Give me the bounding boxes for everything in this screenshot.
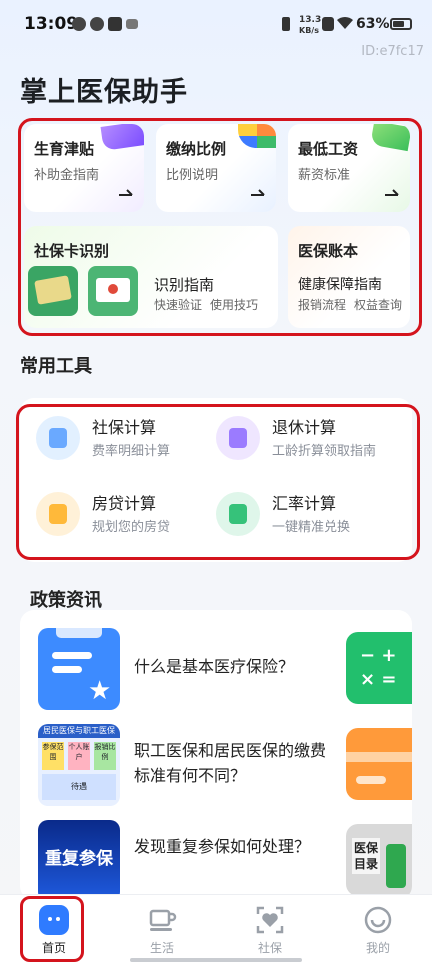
tool-desc: 一键精准兑换 — [272, 520, 351, 535]
tool-name: 社保计算 — [92, 418, 157, 437]
card-icon — [346, 728, 412, 800]
chart-icon — [238, 124, 276, 148]
news-thumbnail: 重复参保 — [38, 820, 120, 900]
tab-label: 我的 — [365, 941, 390, 955]
net-speed-unit: KB/s — [299, 26, 319, 35]
thumb-caption: 待遇 — [42, 774, 116, 800]
account-tag: 报销流程 — [298, 298, 347, 312]
tool-retirement-calc[interactable]: 退休计算 工龄折算领取指南 — [216, 410, 396, 466]
notification-icon — [108, 17, 122, 31]
card-subtitle: 补助金指南 — [34, 168, 100, 183]
calculator-icon — [36, 416, 80, 460]
arrow-right-icon — [385, 189, 399, 196]
card-medical-account[interactable]: 医保账本 健康保障指南 报销流程 权益查询 — [288, 226, 410, 328]
calculator-icon: − + × = — [346, 632, 412, 704]
news-item[interactable]: ★ 什么是基本医疗保险？ − + × = — [20, 620, 412, 716]
news-thumbnail: 居民医保与职工医保 参保范围 个人账户 报销比例 待遇 — [38, 724, 120, 806]
notification-icon — [72, 17, 86, 31]
news-title: 发现重复参保如何处理？ — [134, 837, 311, 856]
tool-name: 退休计算 — [272, 418, 337, 437]
page-id-label: ID:e7fc17 — [361, 44, 424, 59]
tab-life[interactable]: 生活 — [108, 895, 216, 964]
social-card-image — [28, 266, 78, 316]
news-side-image: 医保目录 — [346, 824, 412, 896]
tool-desc: 费率明细计算 — [92, 444, 171, 459]
arrow-right-icon — [251, 189, 265, 196]
page-title: 掌上医保助手 — [20, 77, 188, 108]
card-subtitle: 薪资标准 — [298, 168, 351, 183]
card-title: 社保卡识别 — [34, 242, 110, 260]
card-title: 最低工资 — [298, 140, 359, 158]
status-bar: 13:09 13.3 KB/s 63% — [0, 0, 432, 44]
card-maternity-allowance[interactable]: 生育津贴 补助金指南 — [24, 124, 144, 212]
status-time: 13:09 — [24, 14, 79, 34]
notification-icon — [90, 17, 104, 31]
news-panel: ★ 什么是基本医疗保险？ − + × = 居民医保与职工医保 参保范围 个人账户… — [20, 610, 412, 900]
thumb-caption: 居民医保与职工医保 — [38, 724, 120, 738]
sicard-guide-title: 识别指南 — [154, 276, 215, 294]
net-speed-value: 13.3 — [299, 15, 322, 25]
card-subtitle: 比例说明 — [166, 168, 219, 183]
tool-social-security-calc[interactable]: 社保计算 费率明细计算 — [36, 410, 216, 466]
tab-label: 社保 — [257, 941, 282, 955]
coffee-cup-icon — [149, 909, 177, 931]
heart-icon — [256, 906, 284, 934]
tab-mine[interactable]: 我的 — [324, 895, 432, 964]
home-tab-highlight — [20, 896, 84, 962]
thumb-caption: 报销比例 — [94, 742, 116, 770]
social-card-image — [88, 266, 138, 316]
card-title: 缴纳比例 — [166, 140, 227, 158]
calculator-icon — [216, 416, 260, 460]
vibrate-icon — [282, 17, 290, 31]
tool-name: 房贷计算 — [92, 494, 157, 513]
thumb-caption: 重复参保 — [45, 849, 113, 869]
battery-icon — [390, 18, 412, 30]
news-item[interactable]: 居民医保与职工医保 参保范围 个人账户 报销比例 待遇 职工医保和居民医保的缴费… — [20, 716, 412, 812]
home-indicator — [130, 958, 302, 962]
card-minimum-wage[interactable]: 最低工资 薪资标准 — [288, 124, 410, 212]
account-tag: 权益查询 — [354, 298, 403, 312]
notification-icon — [126, 19, 138, 29]
card-title: 医保账本 — [298, 242, 359, 260]
news-title: 什么是基本医疗保险？ — [134, 657, 295, 676]
card-payment-ratio[interactable]: 缴纳比例 比例说明 — [156, 124, 276, 212]
money-icon — [370, 124, 410, 152]
x-icon — [322, 17, 334, 31]
news-section-title: 政策资讯 — [30, 590, 102, 611]
tab-label: 生活 — [149, 941, 174, 955]
sicard-tag: 快速验证 — [154, 298, 203, 312]
thumb-caption: 参保范围 — [42, 742, 64, 770]
tool-name: 汇率计算 — [272, 494, 337, 513]
tab-social-security[interactable]: 社保 — [216, 895, 324, 964]
tool-desc: 规划您的房贷 — [92, 520, 171, 535]
clipboard-icon: ★ — [38, 628, 120, 710]
smile-icon — [364, 906, 392, 934]
sicard-tag: 使用技巧 — [210, 298, 259, 312]
card-sicard-recognition[interactable]: 社保卡识别 识别指南 快速验证 使用技巧 — [24, 226, 278, 328]
card-title: 生育津贴 — [34, 140, 95, 158]
tools-section-title: 常用工具 — [20, 356, 92, 377]
arrow-right-icon — [119, 189, 133, 196]
side-caption: 医保目录 — [352, 838, 380, 874]
news-item[interactable]: 重复参保 发现重复参保如何处理？ 医保目录 — [20, 812, 412, 900]
news-title: 职工医保和居民医保的缴费标准有何不同？ — [134, 741, 327, 785]
exchange-icon — [216, 492, 260, 536]
tool-desc: 工龄折算领取指南 — [272, 444, 377, 459]
wifi-icon — [337, 16, 353, 29]
battery-percent: 63% — [356, 16, 390, 32]
thumb-caption: 个人账户 — [68, 742, 90, 770]
document-icon — [36, 492, 80, 536]
wallet-icon — [100, 124, 144, 151]
account-guide-title: 健康保障指南 — [298, 277, 382, 293]
tool-exchange-rate-calc[interactable]: 汇率计算 一键精准兑换 — [216, 486, 396, 542]
tool-mortgage-calc[interactable]: 房贷计算 规划您的房贷 — [36, 486, 216, 542]
